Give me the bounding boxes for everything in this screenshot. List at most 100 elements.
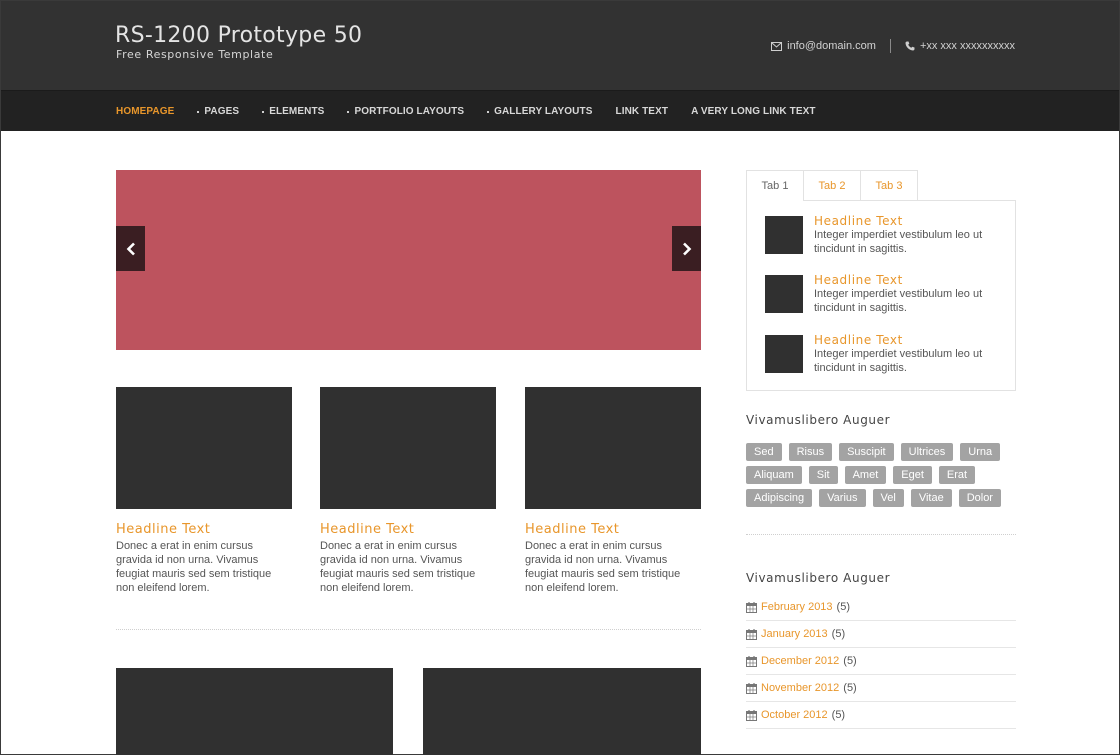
tag-suscipit[interactable]: Suscipit	[839, 443, 894, 461]
archive-item: October 2012 (5)	[746, 702, 1016, 729]
nav-item-pages[interactable]: PAGES	[197, 106, 239, 117]
nav-item-homepage[interactable]: HOMEPAGE	[116, 106, 174, 117]
calendar-icon	[746, 682, 757, 694]
calendar-icon	[746, 655, 757, 667]
phone-icon	[905, 41, 915, 51]
phone-text: +xx xxx xxxxxxxxxx	[919, 40, 1015, 52]
feature-image[interactable]	[116, 387, 292, 509]
archive-list: February 2013 (5) January 2013 (5) Decem…	[746, 594, 1016, 729]
slider-next-button[interactable]	[672, 226, 701, 271]
post-excerpt: Integer imperdiet vestibulum leo ut tinc…	[814, 348, 983, 374]
nav-label: PAGES	[204, 106, 240, 117]
content-divider	[116, 629, 701, 630]
tab-post-item: Headline Text Integer imperdiet vestibul…	[765, 273, 1004, 315]
nav-item-portfolio-layouts[interactable]: PORTFOLIO LAYOUTS	[347, 106, 464, 117]
post-thumbnail[interactable]	[765, 275, 803, 313]
nav-item-link-text[interactable]: LINK TEXT	[615, 106, 668, 117]
post-title[interactable]: Headline Text	[814, 214, 1004, 228]
archive-link[interactable]: January 2013	[761, 628, 828, 640]
archive-count: (5)	[836, 601, 850, 613]
bullet-icon	[262, 110, 265, 113]
feature-title[interactable]: Headline Text	[525, 522, 701, 537]
tag-cloud: Sed Risus Suscipit Ultrices Urna Aliquam…	[746, 443, 1021, 512]
site-tagline: Free Responsive Template	[116, 48, 274, 61]
feature-card: Headline Text Donec a erat in enim cursu…	[116, 387, 292, 595]
nav-label: A VERY LONG LINK TEXT	[691, 106, 816, 117]
bottom-image[interactable]	[116, 668, 393, 755]
archive-item: December 2012 (5)	[746, 648, 1016, 675]
archive-widget-title: Vivamuslibero Auguer	[746, 571, 891, 585]
tag-urna[interactable]: Urna	[960, 443, 1001, 461]
widget-divider	[746, 534, 1016, 535]
tab-1[interactable]: Tab 1	[746, 170, 804, 201]
post-excerpt: Integer imperdiet vestibulum leo ut tinc…	[814, 288, 983, 314]
nav-label: HOMEPAGE	[116, 106, 175, 117]
nav-label: ELEMENTS	[269, 106, 325, 117]
feature-card: Headline Text Donec a erat in enim cursu…	[320, 387, 496, 595]
contact-separator	[889, 39, 891, 53]
chevron-left-icon	[126, 242, 135, 255]
tag-vitae[interactable]: Vitae	[910, 489, 952, 507]
contact-info: info@domain.com +xx xxx xxxxxxxxxx	[771, 39, 1015, 53]
archive-link[interactable]: December 2012	[761, 655, 839, 667]
tag-sed[interactable]: Sed	[746, 443, 782, 461]
tag-varius[interactable]: Varius	[819, 489, 866, 507]
calendar-icon	[746, 601, 757, 613]
archive-count: (5)	[831, 709, 846, 721]
tab-3[interactable]: Tab 3	[860, 170, 918, 201]
tag-aliquam[interactable]: Aliquam	[746, 466, 802, 484]
archive-link[interactable]: November 2012	[761, 682, 839, 694]
post-title[interactable]: Headline Text	[814, 273, 1004, 287]
contact-phone[interactable]: +xx xxx xxxxxxxxxx	[905, 40, 1015, 52]
feature-text: Donec a erat in enim cursus gravida id n…	[320, 540, 476, 594]
tag-amet[interactable]: Amet	[844, 466, 887, 484]
calendar-icon	[746, 628, 757, 640]
bullet-icon	[347, 110, 350, 113]
post-excerpt: Integer imperdiet vestibulum leo ut tinc…	[814, 229, 983, 255]
hero-slider	[116, 170, 701, 350]
post-thumbnail[interactable]	[765, 335, 803, 373]
nav-item-long-link-text[interactable]: A VERY LONG LINK TEXT	[691, 106, 816, 117]
slider-prev-button[interactable]	[116, 226, 145, 271]
archive-link[interactable]: February 2013	[761, 601, 833, 613]
tag-vel[interactable]: Vel	[872, 489, 904, 507]
tag-adipiscing[interactable]: Adipiscing	[746, 489, 813, 507]
tag-dolor[interactable]: Dolor	[958, 489, 1001, 507]
tag-risus[interactable]: Risus	[788, 443, 833, 461]
tab-post-item: Headline Text Integer imperdiet vestibul…	[765, 214, 1004, 256]
tag-eget[interactable]: Eget	[893, 466, 932, 484]
nav-item-elements[interactable]: ELEMENTS	[262, 106, 324, 117]
feature-title[interactable]: Headline Text	[320, 522, 496, 537]
nav-label: PORTFOLIO LAYOUTS	[354, 106, 465, 117]
tag-sit[interactable]: Sit	[808, 466, 838, 484]
feature-title[interactable]: Headline Text	[116, 522, 292, 537]
archive-count: (5)	[831, 628, 846, 640]
archive-count: (5)	[843, 655, 857, 667]
archive-link[interactable]: October 2012	[761, 709, 828, 721]
feature-image[interactable]	[320, 387, 496, 509]
tag-ultrices[interactable]: Ultrices	[900, 443, 954, 461]
archive-item: February 2013 (5)	[746, 594, 1016, 621]
tab-list: Tab 1 Tab 2 Tab 3	[746, 170, 1016, 201]
post-thumbnail[interactable]	[765, 216, 803, 254]
tab-2[interactable]: Tab 2	[803, 170, 861, 201]
email-text: info@domain.com	[787, 40, 876, 52]
archive-item: November 2012 (5)	[746, 675, 1016, 702]
nav-label: GALLERY LAYOUTS	[494, 106, 593, 117]
bottom-image[interactable]	[423, 668, 701, 755]
main-navigation: HOMEPAGE PAGES ELEMENTS PORTFOLIO LAYOUT…	[1, 90, 1119, 131]
site-header: RS-1200 Prototype 50 Free Responsive Tem…	[1, 1, 1119, 90]
calendar-icon	[746, 709, 757, 721]
contact-email[interactable]: info@domain.com	[771, 40, 876, 52]
feature-text: Donec a erat in enim cursus gravida id n…	[116, 540, 272, 594]
tag-erat[interactable]: Erat	[938, 466, 976, 484]
nav-item-gallery-layouts[interactable]: GALLERY LAYOUTS	[487, 106, 592, 117]
site-title[interactable]: RS-1200 Prototype 50	[115, 23, 362, 48]
nav-label: LINK TEXT	[615, 106, 669, 117]
chevron-right-icon	[682, 242, 691, 255]
tab-panel: Headline Text Integer imperdiet vestibul…	[746, 200, 1016, 391]
feature-image[interactable]	[525, 387, 701, 509]
feature-text: Donec a erat in enim cursus gravida id n…	[525, 540, 681, 594]
post-title[interactable]: Headline Text	[814, 333, 1004, 347]
sidebar-tabs: Tab 1 Tab 2 Tab 3 Headline Text Integer …	[746, 170, 1016, 391]
